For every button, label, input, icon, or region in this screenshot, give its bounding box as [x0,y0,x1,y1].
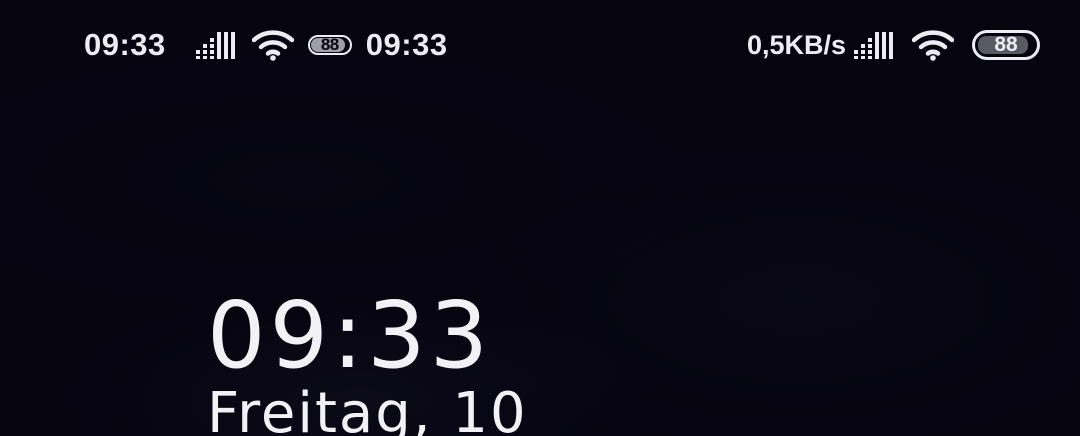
cellular-signal-icon [195,30,238,60]
battery-level: 88 [320,35,339,54]
lock-screen-clock: 09:33 [207,282,493,389]
status-bar: 09:33 88 09:33 0,5KB/s 88 [0,0,1080,92]
wifi-icon [912,29,954,61]
network-speed: 0,5KB/s [746,29,846,60]
wifi-icon [251,29,294,61]
battery-level: 88 [994,33,1018,56]
battery-icon: 88 [307,35,352,55]
lock-screen-date: Freitag, 10 [207,381,528,436]
status-bar-left-group: 09:33 88 09:33 [84,26,448,64]
cellular-signal-icon [854,30,896,60]
status-bar-time: 09:33 [84,27,166,62]
status-bar-time-secondary: 09:33 [365,27,448,62]
status-bar-right-group: 0,5KB/s 88 [747,26,1040,64]
battery-icon: 88 [972,30,1040,60]
